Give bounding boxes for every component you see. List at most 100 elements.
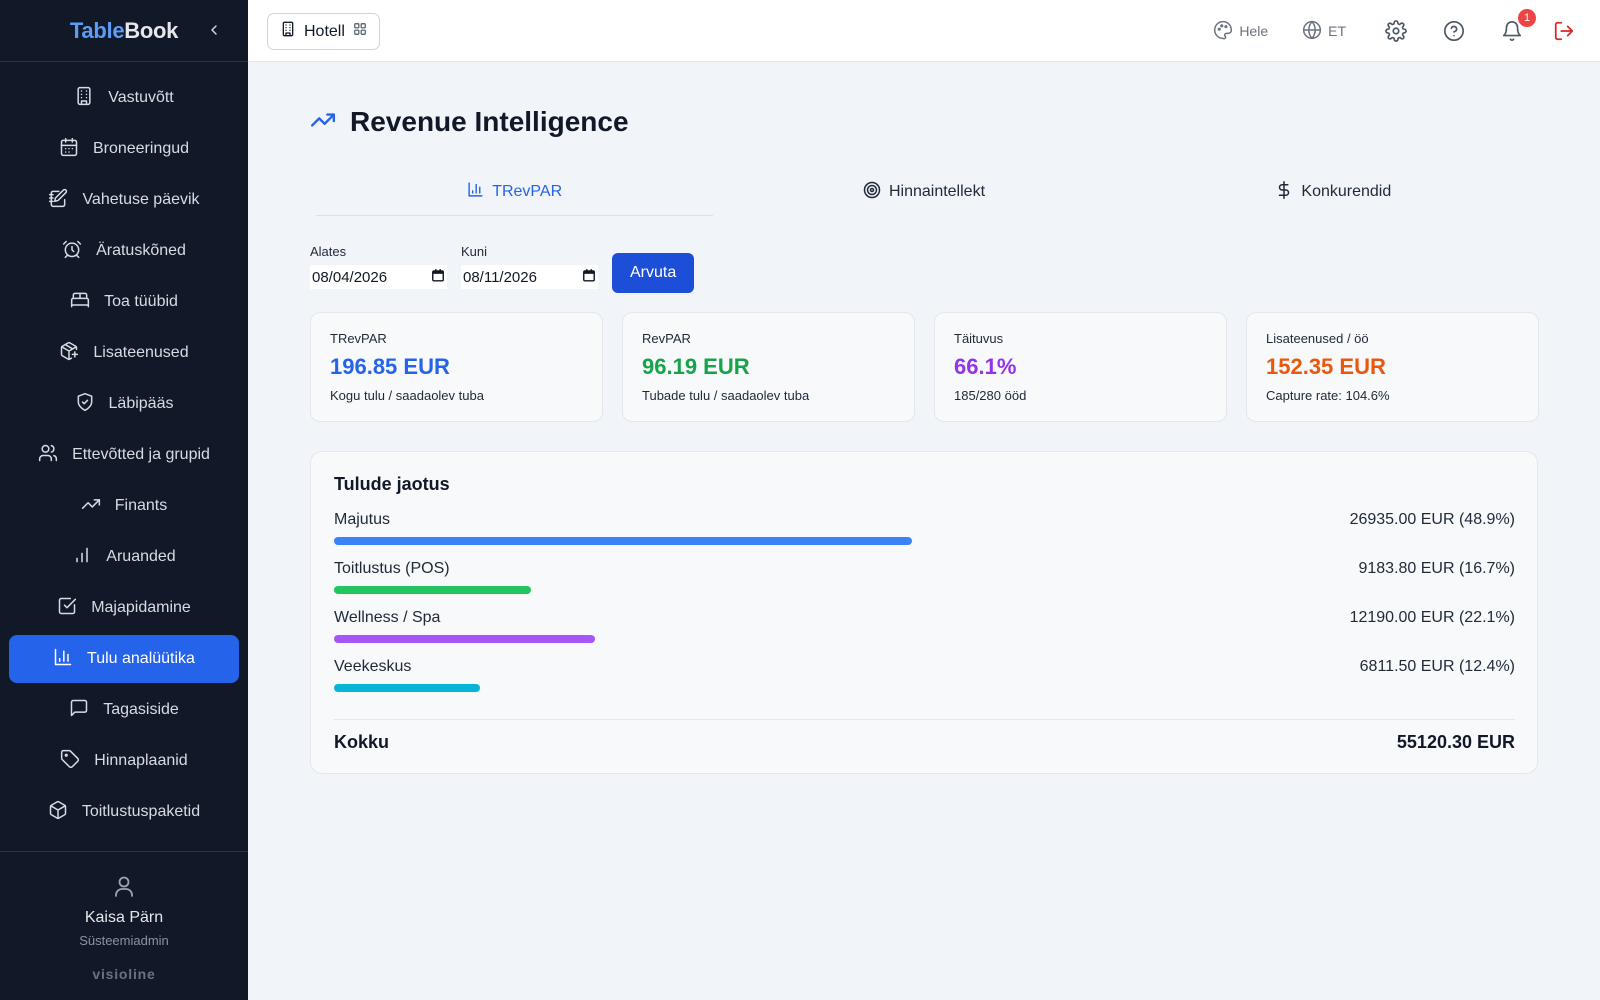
breakdown-row: Toitlustus (POS) 9183.80 EUR (16.7%) [334, 560, 1515, 609]
box-icon [48, 800, 68, 825]
theme-label: Hele [1239, 23, 1269, 39]
tab-label: Hinnaintellekt [888, 183, 986, 200]
sidebar-item-finants[interactable]: Finants [9, 482, 239, 530]
user-panel: Kaisa Pärn Süsteemiadmin visioline [0, 851, 248, 1000]
sidebar-item-label: Ettevõtted ja grupid [72, 446, 210, 463]
trending-up-icon [310, 107, 336, 138]
message-icon [69, 698, 89, 723]
sidebar-item-vahetuse-paevik[interactable]: Vahetuse päevik [9, 176, 239, 224]
edit-note-icon [48, 188, 68, 213]
grid-icon [353, 22, 367, 41]
sidebar-item-ettevotted-ja-grupid[interactable]: Ettevõtted ja grupid [9, 431, 239, 479]
breakdown-row: Veekeskus 6811.50 EUR (12.4%) [334, 658, 1515, 707]
sidebar-item-tagasiside[interactable]: Tagasiside [9, 686, 239, 734]
app-logo[interactable]: TableBook [70, 18, 178, 44]
kpi-card-occupancy: Täituvus 66.1% 185/280 ööd [934, 312, 1227, 422]
palette-icon [1213, 20, 1233, 43]
user-icon[interactable] [112, 874, 136, 903]
sidebar-item-label: Aruanded [106, 548, 176, 565]
sidebar-item-label: Broneeringud [92, 140, 190, 157]
notification-badge: 1 [1518, 9, 1536, 27]
building-icon [280, 21, 296, 42]
sidebar-item-labipaas[interactable]: Läbipääs [9, 380, 239, 428]
sidebar-item-aruanded[interactable]: Aruanded [9, 533, 239, 581]
kpi-value: 152.35 EUR [1266, 354, 1386, 379]
breakdown-title: Tulude jaotus [334, 474, 450, 494]
breakdown-label: Toitlustus (POS) [334, 560, 450, 577]
main-content: Revenue Intelligence TRevPAR Hinnaintell… [248, 62, 1600, 1000]
kpi-card-trevpar: TRevPAR 196.85 EUR Kogu tulu / saadaolev… [310, 312, 603, 422]
calendar-icon[interactable] [431, 268, 445, 286]
user-role: Süsteemiadmin [79, 933, 169, 948]
sidebar-item-label: Vahetuse päevik [82, 191, 200, 208]
page-header: Revenue Intelligence [310, 106, 629, 138]
shield-check-icon [75, 392, 95, 417]
checkbox-icon [57, 596, 77, 621]
language-selector[interactable]: ET [1302, 20, 1346, 43]
sidebar-item-toa-tuubid[interactable]: Toa tüübid [9, 278, 239, 326]
kpi-card-revpar: RevPAR 96.19 EUR Tubade tulu / saadaolev… [622, 312, 915, 422]
sidebar-nav: Vastuvõtt Broneeringud Vahetuse päevik Ä… [0, 62, 248, 836]
sidebar-item-aratuskoned[interactable]: Äratuskõned [9, 227, 239, 275]
building-icon [74, 86, 94, 111]
kpi-card-ancillary: Lisateenused / öö 152.35 EUR Capture rat… [1246, 312, 1539, 422]
chevron-left-icon[interactable] [204, 20, 224, 40]
gear-icon[interactable] [1384, 19, 1408, 43]
help-icon[interactable] [1442, 19, 1466, 43]
kpi-value: 96.19 EUR [642, 354, 750, 379]
from-date-input[interactable]: 08/04/2026 [310, 265, 447, 289]
breakdown-amount: 12190.00 EUR (22.1%) [1349, 609, 1515, 626]
breakdown-track [334, 684, 1515, 692]
logo-part-book: Book [124, 17, 179, 43]
target-icon [863, 181, 881, 204]
breakdown-row: Majutus 26935.00 EUR (48.9%) [334, 511, 1515, 560]
breakdown-row: Wellness / Spa 12190.00 EUR (22.1%) [334, 609, 1515, 658]
breakdown-bar [334, 684, 481, 692]
breakdown-amount: 6811.50 EUR (12.4%) [1359, 658, 1515, 675]
date-filters: Alates 08/04/2026 Kuni 08/11/2026 Arvuta [310, 244, 695, 293]
to-label: Kuni [461, 244, 488, 259]
kpi-subtitle: Capture rate: 104.6% [1266, 388, 1390, 403]
sidebar-item-toitlustuspaketid[interactable]: Toitlustuspaketid [9, 788, 239, 836]
module-selector[interactable]: Hotell [267, 13, 380, 50]
to-date-input[interactable]: 08/11/2026 [461, 265, 598, 289]
module-label: Hotell [304, 22, 345, 40]
kpi-value: 196.85 EUR [330, 354, 450, 379]
sidebar-item-label: Toa tüübid [104, 293, 178, 310]
bell-icon[interactable]: 1 [1500, 9, 1536, 43]
sidebar-item-label: Hinnaplaanid [94, 752, 188, 769]
total-label: Kokku [334, 732, 390, 752]
sidebar-item-lisateenused[interactable]: Lisateenused [9, 329, 239, 377]
header-actions: Hele ET 1 [1213, 0, 1600, 62]
tag-icon [60, 749, 80, 774]
sidebar-item-majapidamine[interactable]: Majapidamine [9, 584, 239, 632]
tab-hinnaintellekt[interactable]: Hinnaintellekt [719, 168, 1128, 216]
globe-icon [1302, 20, 1322, 43]
sidebar-item-broneeringud[interactable]: Broneeringud [9, 125, 239, 173]
tab-trevpar[interactable]: TRevPAR [310, 168, 719, 216]
sidebar-item-vastuvott[interactable]: Vastuvõtt [9, 74, 239, 122]
to-field: Kuni 08/11/2026 [461, 244, 598, 289]
top-header: Hotell Hele ET 1 [248, 0, 1600, 62]
tab-label: TRevPAR [492, 183, 563, 200]
user-name: Kaisa Pärn [84, 909, 164, 926]
logout-icon[interactable] [1552, 19, 1576, 43]
sidebar-item-tulu-analuutika[interactable]: Tulu analüütika [9, 635, 239, 683]
total-value: 55120.30 EUR [1396, 732, 1515, 752]
tab-konkurendid[interactable]: Konkurendid [1129, 168, 1538, 216]
sidebar-item-hinnaplaanid[interactable]: Hinnaplaanid [9, 737, 239, 785]
revenue-breakdown-card: Tulude jaotus Majutus 26935.00 EUR (48.9%… [310, 451, 1538, 774]
language-label: ET [1328, 23, 1346, 39]
kpi-label: TRevPAR [330, 331, 387, 346]
from-date-value: 08/04/2026 [312, 268, 388, 286]
kpi-label: RevPAR [642, 331, 691, 346]
tab-bar: TRevPAR Hinnaintellekt Konkurendid [310, 168, 1538, 216]
calendar-icon [59, 137, 79, 162]
package-plus-icon [59, 341, 79, 366]
breakdown-label: Majutus [334, 511, 391, 528]
calculate-button[interactable]: Arvuta [612, 253, 695, 293]
calendar-icon[interactable] [582, 268, 596, 286]
tab-label: Konkurendid [1301, 183, 1392, 200]
sidebar-item-label: Vastuvõtt [108, 89, 174, 106]
theme-toggle[interactable]: Hele [1213, 20, 1268, 43]
